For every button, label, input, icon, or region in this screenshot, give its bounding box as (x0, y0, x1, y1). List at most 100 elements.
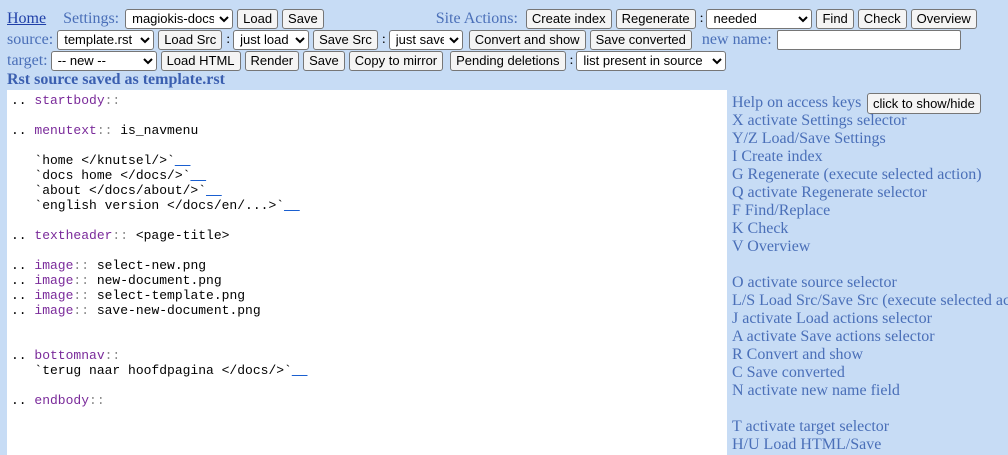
save-converted-button[interactable]: Save converted (589, 29, 692, 50)
directive-name: bottomnav (34, 348, 105, 363)
editor-line: .. menutext:: is_navmenu (11, 123, 198, 138)
directive-argument: select-template.png (89, 288, 246, 303)
help-item: Q activate Regenerate selector (732, 184, 927, 201)
link-text: `terug naar hoofdpagina </docs/>` (11, 363, 292, 378)
regenerate-button[interactable]: Regenerate (615, 8, 696, 29)
home-link[interactable]: Home (7, 10, 46, 28)
overview-button[interactable]: Overview (910, 8, 977, 29)
help-item: I Create index (732, 148, 823, 165)
directive-name: image (34, 303, 74, 318)
editor-line: `docs home </docs/>`__ (11, 168, 206, 183)
directive-argument: select-new.png (89, 258, 207, 273)
help-item: F Find/Replace (732, 202, 831, 219)
target-save-button[interactable]: Save (303, 50, 345, 71)
directive-colons: :: (73, 288, 90, 303)
create-index-button[interactable]: Create index (525, 8, 612, 29)
editor-line: .. image:: select-template.png (11, 288, 245, 303)
editor-line: `home </knutsel/>`__ (11, 153, 190, 168)
link-text: `english version </docs/en/...>` (11, 198, 285, 213)
load-src-button[interactable]: Load Src (158, 29, 223, 50)
source-selector[interactable]: template.rst (57, 29, 155, 50)
help-item: X activate Settings selector (732, 112, 907, 129)
target-row: target: -- new -- Load HTML Render Save … (7, 50, 730, 71)
link-marker: __ (174, 153, 191, 168)
load-actions-selector[interactable]: just load (233, 29, 310, 50)
editor-line: `english version </docs/en/...>`__ (11, 198, 300, 213)
help-item: J activate Load actions selector (732, 310, 932, 327)
directive-colons: :: (112, 228, 129, 243)
pending-deletions-button[interactable]: Pending deletions (450, 50, 566, 71)
help-item: Y/Z Load/Save Settings (732, 130, 886, 147)
directive-colons: :: (73, 273, 90, 288)
target-selector[interactable]: -- new -- (50, 50, 157, 71)
settings-row: Home Settings: magiokis-docs Load Save S… (7, 8, 981, 29)
editor-line: .. image:: new-document.png (11, 273, 222, 288)
new-name-label: new name: (701, 30, 772, 48)
help-item: N activate new name field (732, 382, 900, 399)
help-item: G Regenerate (execute selected action) (732, 166, 982, 183)
find-button[interactable]: Find (816, 8, 854, 29)
editor-line: .. textheader:: <page-title> (11, 228, 229, 243)
save-actions-colon: : (381, 31, 386, 47)
directive-marker: .. (11, 93, 35, 108)
save-actions-selector[interactable]: just save (388, 29, 463, 50)
deletions-selector[interactable]: list present in source (576, 50, 727, 71)
link-marker: __ (284, 198, 300, 213)
convert-show-button[interactable]: Convert and show (468, 29, 586, 50)
help-item: O activate source selector (732, 274, 897, 291)
copy-to-mirror-button[interactable]: Copy to mirror (348, 50, 444, 71)
help-item: A activate Save actions selector (732, 328, 935, 345)
directive-name: textheader (34, 228, 113, 243)
help-item: L/S Load Src/Save Src (execute selected … (732, 292, 1008, 309)
settings-load-button[interactable]: Load (237, 8, 279, 29)
help-title: Help on access keys (732, 94, 862, 111)
directive-name: image (34, 273, 74, 288)
help-item: T activate target selector (732, 418, 890, 435)
deletions-colon: : (569, 52, 574, 68)
settings-label: Settings: (63, 9, 120, 27)
link-marker: __ (190, 168, 207, 183)
link-marker: __ (206, 183, 222, 198)
render-button[interactable]: Render (244, 50, 300, 71)
regenerate-selector[interactable]: needed (706, 8, 813, 29)
settings-selector[interactable]: magiokis-docs (125, 8, 234, 29)
directive-marker: .. (11, 123, 35, 138)
save-src-button[interactable]: Save Src (313, 29, 378, 50)
directive-argument: is_navmenu (112, 123, 199, 138)
link-text: `home </knutsel/>` (11, 153, 175, 168)
help-item: C Save converted (732, 364, 845, 381)
directive-argument: new-document.png (89, 273, 222, 288)
link-text: `docs home </docs/>` (11, 168, 191, 183)
load-html-button[interactable]: Load HTML (160, 50, 241, 71)
editor-line: .. image:: select-new.png (11, 258, 206, 273)
help-toggle-button[interactable]: click to show/hide (867, 93, 981, 114)
directive-name: image (34, 288, 74, 303)
editor-line: .. image:: save-new-document.png (11, 303, 261, 318)
directive-marker: .. (11, 258, 35, 273)
directive-colons: :: (73, 303, 90, 318)
directive-colons: :: (96, 123, 113, 138)
target-label: target: (7, 51, 48, 69)
status-message: Rst source saved as template.rst (7, 71, 225, 88)
directive-argument: save-new-document.png (89, 303, 261, 318)
help-item: K Check (732, 220, 789, 237)
directive-marker: .. (11, 273, 35, 288)
new-name-field[interactable] (776, 29, 961, 50)
help-item: H/U Load HTML/Save (732, 436, 882, 453)
directive-marker: .. (11, 303, 35, 318)
editor-line: .. endbody:: (11, 393, 105, 408)
settings-save-button[interactable]: Save (282, 8, 324, 29)
source-label: source: (7, 30, 54, 48)
editor-line: .. startbody:: (11, 93, 120, 108)
directive-colons: :: (73, 258, 90, 273)
check-button[interactable]: Check (857, 8, 907, 29)
editor-line: `about </docs/about/>`__ (11, 183, 222, 198)
directive-colons: :: (89, 393, 105, 408)
directive-colons: :: (104, 348, 121, 363)
help-item: V Overview (732, 238, 811, 255)
rst-source-editor[interactable]: .. startbody::.. menutext:: is_navmenu `… (7, 90, 727, 455)
directive-name: startbody (34, 93, 105, 108)
link-text: `about </docs/about/>` (11, 183, 207, 198)
source-row: source: template.rst Load Src : just loa… (7, 29, 965, 50)
help-item: R Convert and show (732, 346, 864, 363)
